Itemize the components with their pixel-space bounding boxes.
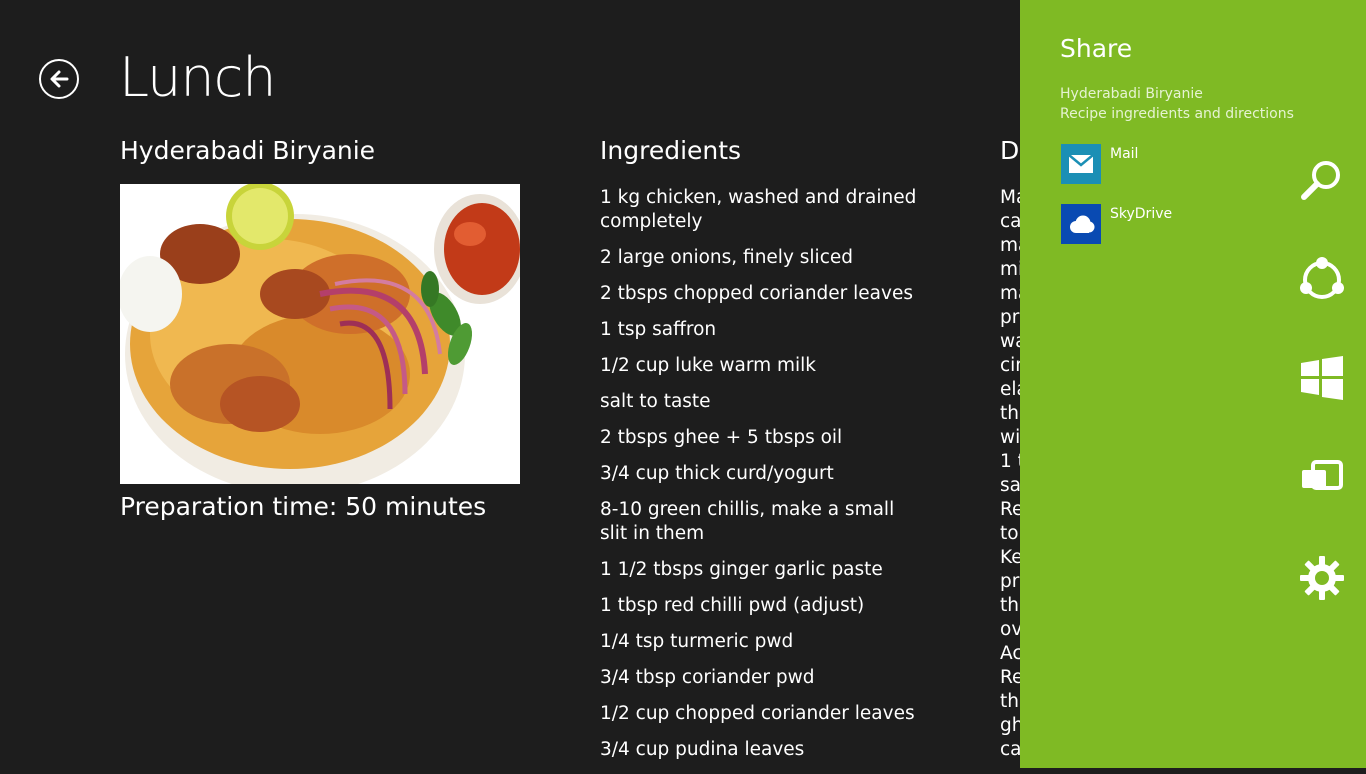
search-charm[interactable] <box>1290 148 1354 212</box>
ingredient-item: salt to taste <box>600 391 711 412</box>
mail-icon <box>1061 144 1101 184</box>
ingredient-item: 1 tbsp red chilli pwd (adjust) <box>600 595 865 616</box>
ingredient-item: 1/4 tsp turmeric pwd <box>600 631 794 652</box>
share-title: Share <box>1060 34 1133 63</box>
share-description: Recipe ingredients and directions <box>1060 106 1294 122</box>
back-arrow-icon <box>50 70 69 88</box>
share-pane: Share Hyderabadi Biryanie Recipe ingredi… <box>1020 0 1366 768</box>
prep-time: Preparation time: 50 minutes <box>120 492 487 521</box>
ingredients-heading: Ingredients <box>600 136 742 165</box>
ingredient-item: 1/2 cup luke warm milk <box>600 355 817 376</box>
ingredients-list: 1 kg chicken, washed and drained complet… <box>600 186 920 774</box>
ingredient-item: 2 tbsps ghee + 5 tbsps oil <box>600 427 843 448</box>
directions-heading: D <box>1000 136 1020 165</box>
devices-charm[interactable] <box>1290 446 1354 510</box>
skydrive-icon <box>1061 204 1101 244</box>
share-target-skydrive[interactable]: SkyDrive <box>1060 204 1280 246</box>
ingredient-item: 8-10 green chillis, make a small slit in… <box>600 499 895 544</box>
recipe-image <box>120 184 520 484</box>
settings-charm[interactable] <box>1290 546 1354 610</box>
share-icon <box>1300 257 1344 299</box>
share-subtitle: Hyderabadi Biryanie <box>1060 86 1203 102</box>
search-icon <box>1301 161 1340 200</box>
share-target-mail[interactable]: Mail <box>1060 144 1280 186</box>
share-target-label: SkyDrive <box>1110 206 1173 222</box>
share-charm[interactable] <box>1290 248 1354 312</box>
page-title: Lunch <box>119 46 276 109</box>
ingredient-item: 1/2 cup chopped coriander leaves <box>600 703 915 724</box>
ingredient-item: 2 large onions, finely sliced <box>600 247 853 268</box>
start-charm[interactable] <box>1290 346 1354 410</box>
settings-icon <box>1300 556 1344 600</box>
share-target-label: Mail <box>1110 146 1139 162</box>
ingredient-item: 2 tbsps chopped coriander leaves <box>600 283 913 304</box>
start-icon <box>1301 356 1343 400</box>
recipe-title: Hyderabadi Biryanie <box>120 136 376 165</box>
ingredient-item: 3/4 cup pudina leaves <box>600 739 805 760</box>
ingredient-item: 1 1/2 tbsps ginger garlic paste <box>600 559 883 580</box>
ingredient-item: 3/4 tbsp coriander pwd <box>600 667 815 688</box>
back-button[interactable] <box>39 59 79 99</box>
ingredient-item: 1 kg chicken, washed and drained complet… <box>600 187 917 232</box>
ingredient-item: 3/4 cup thick curd/yogurt <box>600 463 834 484</box>
ingredient-item: 1 tsp saffron <box>600 319 717 340</box>
devices-icon <box>1302 460 1343 490</box>
